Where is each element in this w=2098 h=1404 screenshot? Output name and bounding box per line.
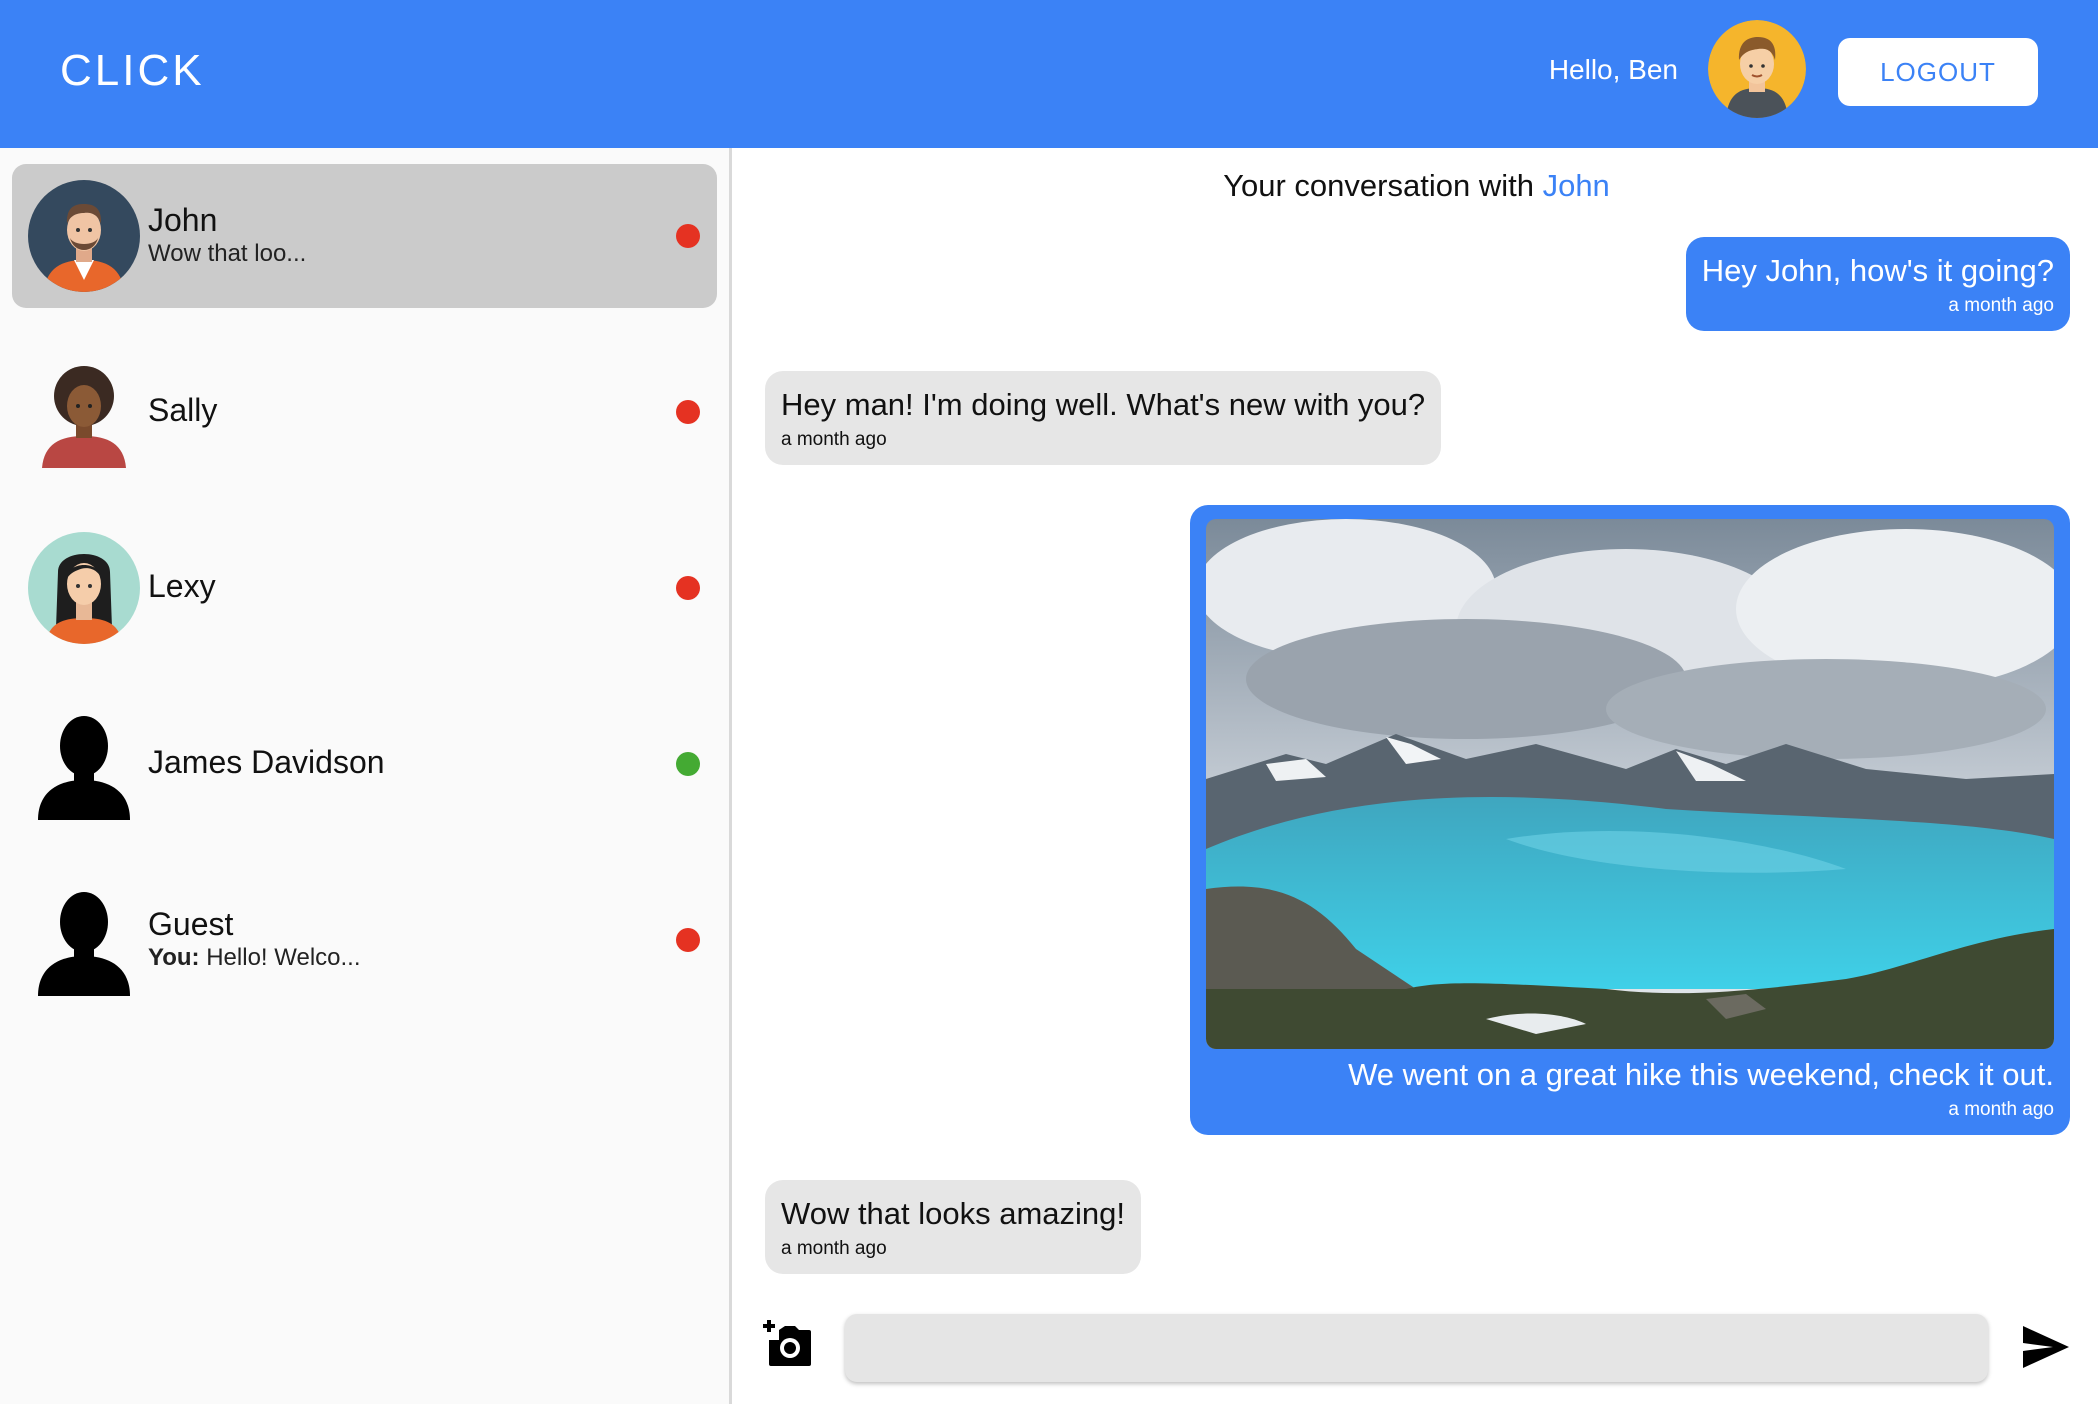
message-timestamp: a month ago [781, 429, 887, 450]
message-text: We went on a great hike this weekend, ch… [1348, 1057, 2054, 1092]
sally-avatar-icon [28, 356, 140, 468]
message-text: Hey man! I'm doing well. What's new with… [781, 387, 1426, 422]
status-dot-offline [676, 576, 700, 600]
message-incoming: Hey man! I'm doing well. What's new with… [765, 371, 1442, 465]
conversation-panel: Your conversation with John Hey John, ho… [735, 148, 2098, 1404]
message-timestamp: a month ago [1948, 1099, 2054, 1120]
contact-james-davidson[interactable]: James Davidson [12, 692, 717, 836]
person-silhouette-icon [28, 708, 140, 820]
logout-button[interactable]: LOGOUT [1838, 38, 2038, 106]
lexy-avatar-icon [28, 532, 140, 644]
contact-name: Guest [148, 906, 234, 942]
send-icon[interactable] [2021, 1324, 2071, 1370]
contact-last-message: You: Hello! Welco... [148, 944, 361, 972]
message-timestamp: a month ago [1948, 295, 2054, 316]
status-dot-offline [676, 928, 700, 952]
john-avatar-icon [28, 180, 140, 292]
message-timestamp: a month ago [781, 1238, 887, 1259]
contact-john[interactable]: John Wow that loo... [12, 164, 717, 308]
contact-sally[interactable]: Sally [12, 340, 717, 484]
app-logo[interactable]: CLICK [60, 46, 205, 96]
status-dot-offline [676, 400, 700, 424]
message-outgoing: Hey John, how's it going? a month ago [1685, 237, 2070, 331]
message-text: Hey John, how's it going? [1701, 253, 2054, 288]
contact-guest[interactable]: Guest You: Hello! Welco... [12, 868, 717, 1012]
greeting-text: Hello, Ben [1548, 54, 1678, 85]
add-photo-camera-icon[interactable] [763, 1320, 813, 1370]
preview-sender: You: [148, 944, 200, 971]
message-text: Wow that looks amazing! [781, 1196, 1126, 1231]
contact-name: Lexy [148, 568, 216, 604]
contact-list: John Wow that loo... Sally Lexy James Da… [0, 148, 732, 1404]
contact-name: James Davidson [148, 744, 385, 780]
contact-last-message: Wow that loo... [148, 240, 307, 267]
contact-name: John [148, 202, 218, 238]
conversation-title: Your conversation with John [735, 168, 2098, 204]
status-dot-online [676, 752, 700, 776]
preview-text: Hello! Welco... [206, 944, 361, 971]
conversation-title-prefix: Your conversation with [1223, 168, 1534, 203]
status-dot-offline [676, 224, 700, 248]
message-input[interactable] [845, 1314, 1988, 1382]
contact-lexy[interactable]: Lexy [12, 516, 717, 660]
message-outgoing-image: We went on a great hike this weekend, ch… [1190, 505, 2070, 1135]
message-incoming: Wow that looks amazing! a month ago [765, 1180, 1142, 1274]
mountain-lake-photo[interactable] [1206, 519, 2054, 1049]
person-silhouette-icon [28, 884, 140, 996]
conversation-peer-name[interactable]: John [1543, 168, 1610, 203]
contact-name: Sally [148, 392, 218, 428]
app-header: CLICK Hello, Ben LOGOUT [0, 0, 2098, 148]
user-avatar-icon[interactable] [1708, 20, 1806, 118]
